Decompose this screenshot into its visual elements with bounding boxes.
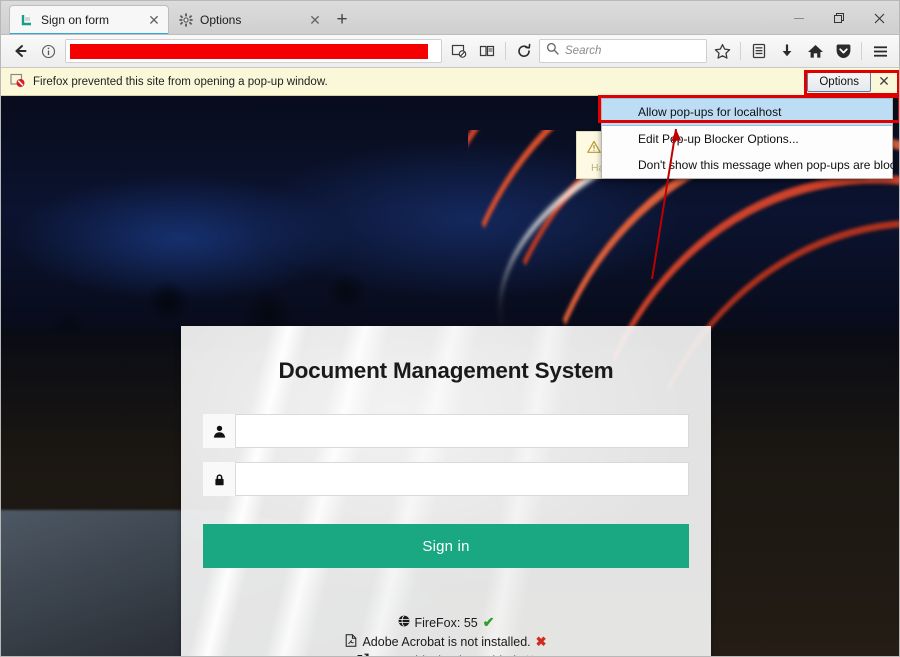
lock-icon (203, 462, 235, 496)
notification-options-button[interactable]: Options (807, 71, 871, 92)
reader-view-icon[interactable] (474, 38, 500, 64)
warning-triangle-icon (587, 140, 601, 157)
url-redaction-bar (70, 43, 428, 59)
status-firefox: FireFox: 55 ✔ (398, 614, 495, 631)
restore-button[interactable] (819, 1, 859, 35)
window-controls (779, 1, 899, 35)
new-tab-button[interactable]: + (329, 6, 355, 34)
notification-message: Firefox prevented this site from opening… (33, 75, 328, 88)
close-button[interactable] (859, 1, 899, 35)
browser-window: Sign on form ✕ Options ✕ + Search Firefo… (0, 0, 900, 657)
search-placeholder: Search (565, 45, 602, 57)
tab-options[interactable]: Options ✕ (169, 5, 329, 34)
username-field-row (203, 414, 689, 448)
password-input[interactable] (235, 462, 689, 496)
popup-blocker-menu: Allow pop-ups for localhost Edit Pop-up … (601, 97, 899, 179)
tab-title: Sign on form (41, 13, 110, 27)
library-icon[interactable] (746, 38, 772, 64)
download-icon[interactable] (774, 38, 800, 64)
password-field-row (203, 462, 689, 496)
tab-title: Options (200, 12, 242, 27)
notification-actions: Options ✕ (807, 71, 893, 92)
tab-bar: Sign on form ✕ Options ✕ + (1, 1, 899, 35)
status-check-icon: ✔ (482, 614, 495, 630)
status-acrobat: Adobe Acrobat is not installed. ✖ (345, 634, 547, 650)
status-cross-icon: ✖ (525, 653, 536, 656)
web-page-content: Document Management System Sign in FireF… (1, 96, 899, 656)
hamburger-menu-icon[interactable] (867, 38, 893, 64)
status-cross-icon: ✖ (535, 634, 547, 649)
toolbar-separator (505, 42, 506, 60)
external-link-icon (357, 653, 369, 656)
reload-button[interactable] (511, 38, 537, 64)
popup-blocked-icon (10, 73, 25, 91)
popup-blocked-notification-bar: Firefox prevented this site from opening… (1, 68, 899, 96)
menu-item-allow-popups[interactable]: Allow pop-ups for localhost (602, 98, 892, 126)
toolbar-separator (861, 42, 862, 60)
toolbar-separator (740, 42, 741, 60)
pocket-icon[interactable] (830, 38, 856, 64)
minimize-button[interactable] (779, 1, 819, 35)
close-icon[interactable]: ✕ (146, 12, 162, 28)
user-icon (203, 414, 235, 448)
close-icon[interactable]: ✕ (875, 73, 893, 91)
home-icon[interactable] (802, 38, 828, 64)
page-title: Document Management System (278, 358, 614, 383)
status-label: PopUp blocker is enabled. (374, 654, 520, 656)
signon-favicon (20, 13, 34, 27)
back-button[interactable] (7, 38, 33, 64)
close-icon[interactable]: ✕ (307, 12, 323, 28)
menu-item-dont-show[interactable]: Don't show this message when pop-ups are… (602, 152, 899, 178)
menu-item-edit-options[interactable]: Edit Pop-up Blocker Options... (602, 126, 892, 152)
bookmark-star-icon[interactable] (709, 38, 735, 64)
url-bar[interactable] (65, 39, 442, 63)
site-info-icon[interactable] (35, 38, 61, 64)
status-popup-blocker: PopUp blocker is enabled. ✖ (357, 653, 536, 656)
pdf-file-icon (345, 634, 357, 650)
globe-icon (398, 615, 410, 630)
status-label: Adobe Acrobat is not installed. (362, 635, 531, 649)
gear-icon (179, 12, 193, 27)
sign-in-button[interactable]: Sign in (203, 524, 689, 568)
login-card: Document Management System Sign in FireF… (181, 326, 711, 656)
search-icon (546, 42, 559, 60)
tab-sign-on-form[interactable]: Sign on form ✕ (9, 5, 169, 34)
reader-mode-icon[interactable] (446, 38, 472, 64)
navigation-toolbar: Search (1, 35, 899, 68)
search-bar[interactable]: Search (539, 39, 707, 63)
environment-status-list: FireFox: 55 ✔ Adobe Acrobat is not insta… (203, 614, 689, 656)
status-label: FireFox: 55 (414, 615, 478, 630)
username-input[interactable] (235, 414, 689, 448)
